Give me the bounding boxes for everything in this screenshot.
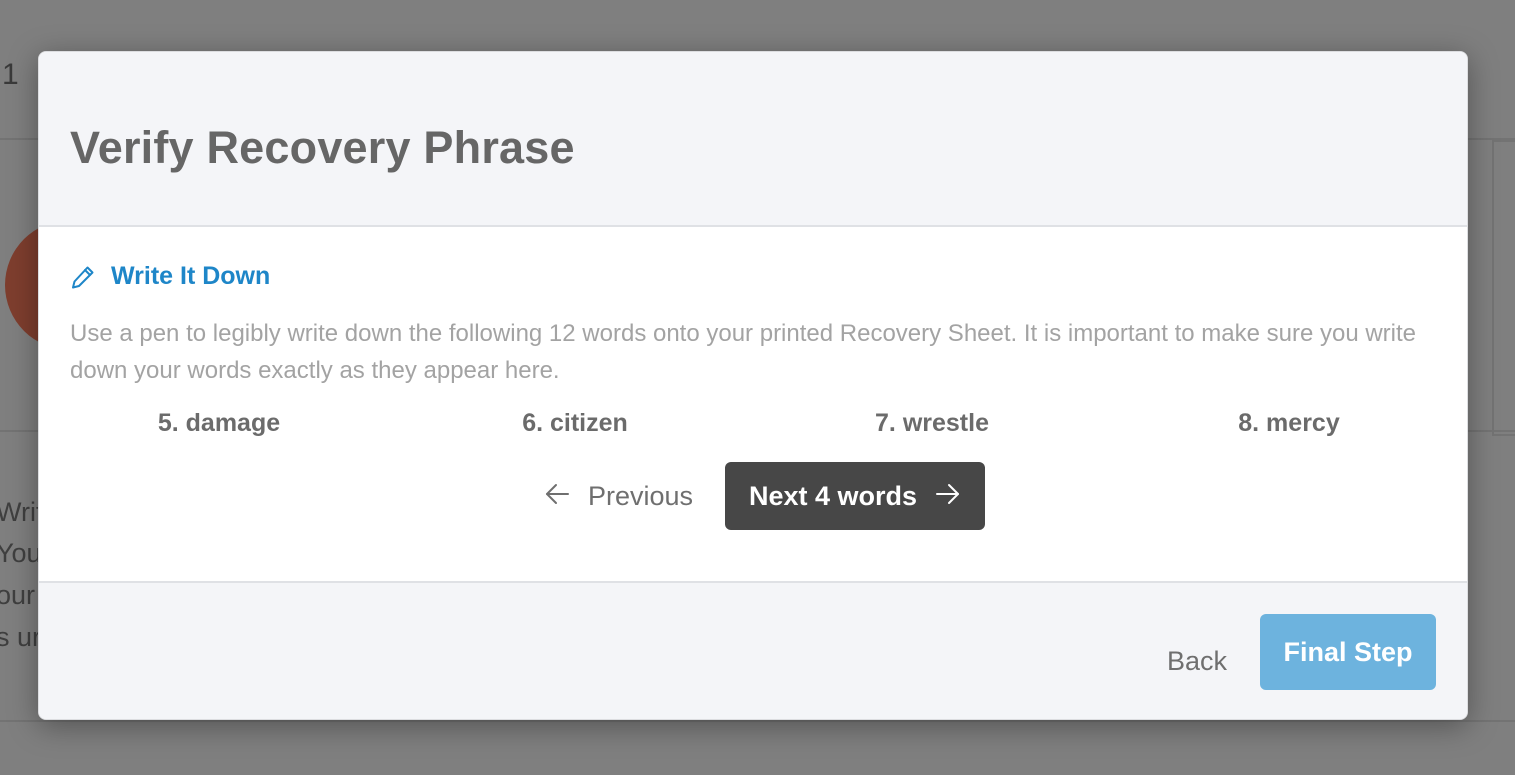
back-button[interactable]: Back	[1159, 623, 1235, 699]
recovery-word: 7. wrestle	[875, 409, 989, 437]
background-step-number: 1	[2, 58, 19, 91]
background-side-panel	[1492, 140, 1515, 436]
pencil-icon	[70, 264, 96, 290]
arrow-left-icon	[544, 481, 570, 512]
background-text-fragment: s ur	[0, 622, 42, 652]
final-step-button[interactable]: Final Step	[1260, 614, 1436, 690]
word-pager: Previous Next 4 words	[39, 462, 1467, 530]
background-text-fragment: our	[0, 580, 36, 610]
recovery-words: 5. damage 6. citizen 7. wrestle 8. mercy	[39, 409, 1467, 439]
next-label: Next 4 words	[748, 480, 918, 511]
section-title: Write It Down	[111, 262, 271, 290]
recovery-word: 8. mercy	[1238, 409, 1340, 437]
instructions-text: Use a pen to legibly write down the foll…	[70, 320, 1417, 384]
background-text-fragment: Writ	[0, 497, 44, 527]
recovery-word: 5. damage	[157, 409, 281, 437]
background-divider	[0, 720, 1515, 722]
next-words-button[interactable]: Next 4 words	[725, 462, 985, 530]
verify-recovery-phrase-dialog: Verify Recovery Phrase Write It Down Use…	[38, 51, 1468, 720]
arrow-right-icon	[935, 481, 961, 512]
recovery-word: 6. citizen	[522, 409, 628, 437]
dialog-body: Write It Down Use a pen to legibly write…	[39, 227, 1467, 583]
dialog-header: Verify Recovery Phrase	[39, 52, 1467, 227]
dialog-title: Verify Recovery Phrase	[70, 122, 575, 173]
section-header: Write It Down	[70, 262, 270, 291]
previous-button[interactable]: Previous	[544, 462, 693, 530]
previous-label: Previous	[588, 480, 694, 511]
dialog-footer: Back Final Step	[39, 581, 1467, 719]
